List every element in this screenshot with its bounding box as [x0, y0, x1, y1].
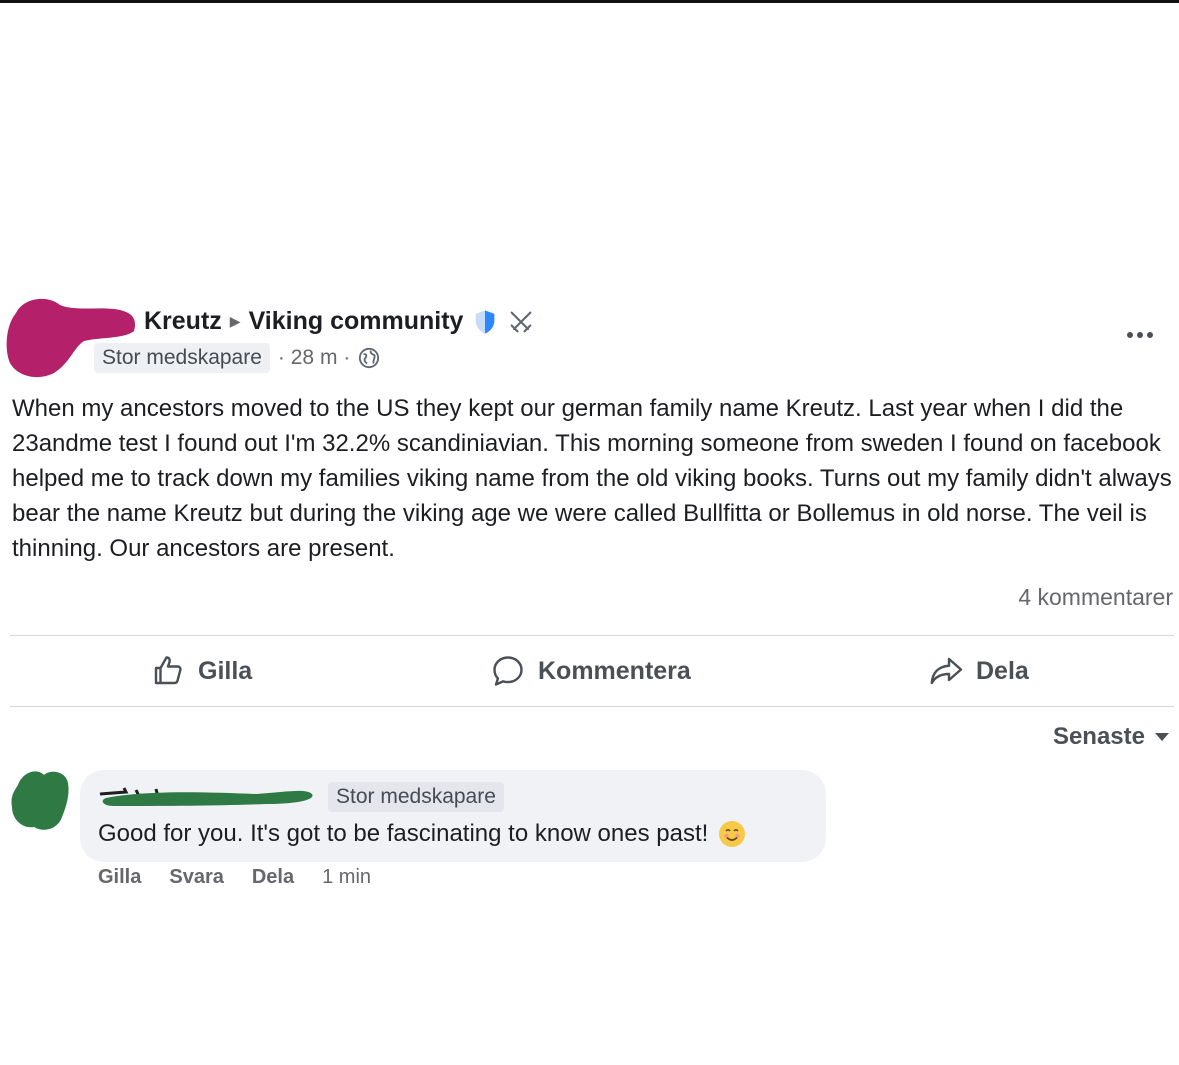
share-button[interactable]: Dela	[928, 637, 1029, 705]
comment-share-link[interactable]: Dela	[252, 866, 294, 889]
like-label: Gilla	[198, 656, 253, 685]
comment-time[interactable]: 1 min	[322, 866, 371, 889]
comment-reply-link[interactable]: Svara	[169, 866, 224, 889]
page: Kreutz ▶ Viking community Stor medskapar…	[0, 0, 1179, 1065]
globe-icon	[359, 347, 380, 369]
author-name[interactable]: Kreutz	[144, 307, 222, 336]
commenter-name-redacted[interactable]	[96, 780, 318, 814]
caret-right-icon: ▶	[229, 313, 241, 329]
crossed-swords-icon	[511, 311, 532, 332]
comment-actions: Gilla Svara Dela 1 min	[98, 866, 371, 889]
more-options-button[interactable]	[1120, 323, 1160, 347]
divider	[10, 635, 1174, 636]
action-bar: Gilla Kommentera Dela	[10, 637, 1174, 705]
post-body: When my ancestors moved to the US they k…	[12, 395, 1172, 562]
more-icon-dot	[1137, 332, 1143, 338]
comment-like-link[interactable]: Gilla	[98, 866, 141, 889]
thumbs-up-icon	[154, 656, 182, 685]
comment-count[interactable]: 4 kommentarer	[1018, 584, 1173, 611]
shield-icon	[476, 309, 495, 334]
sort-label: Senaste	[1052, 723, 1145, 750]
caret-down-icon	[1155, 733, 1169, 741]
comment-icon	[493, 656, 523, 686]
more-icon-dot	[1127, 332, 1133, 338]
post-header: Kreutz ▶ Viking community	[144, 307, 535, 336]
more-icon-dot	[1147, 332, 1153, 338]
comment-button[interactable]: Kommentera	[490, 637, 691, 705]
top-border	[0, 0, 1179, 3]
comment-text-row: Good for you. It's got to be fascinating…	[98, 820, 746, 848]
comment-sort-dropdown[interactable]: Senaste	[1053, 723, 1169, 751]
group-name[interactable]: Viking community	[249, 307, 464, 336]
divider	[10, 706, 1174, 707]
comment-bubble: Stor medskapare Good for you. It's got t…	[80, 770, 826, 862]
share-label: Dela	[976, 656, 1029, 685]
commenter-avatar-redacted[interactable]	[8, 769, 72, 833]
role-badge: Stor medskapare	[94, 343, 270, 373]
comment-text: Good for you. It's got to be fascinating…	[98, 820, 709, 847]
post-meta: Stor medskapare · 28 m ·	[94, 343, 380, 373]
commenter-role-badge: Stor medskapare	[328, 782, 504, 812]
like-button[interactable]: Gilla	[150, 637, 252, 705]
share-icon	[930, 657, 963, 685]
comment-label: Kommentera	[538, 656, 691, 685]
smiling-face-icon	[719, 821, 746, 847]
post-time[interactable]: · 28 m ·	[278, 346, 350, 370]
